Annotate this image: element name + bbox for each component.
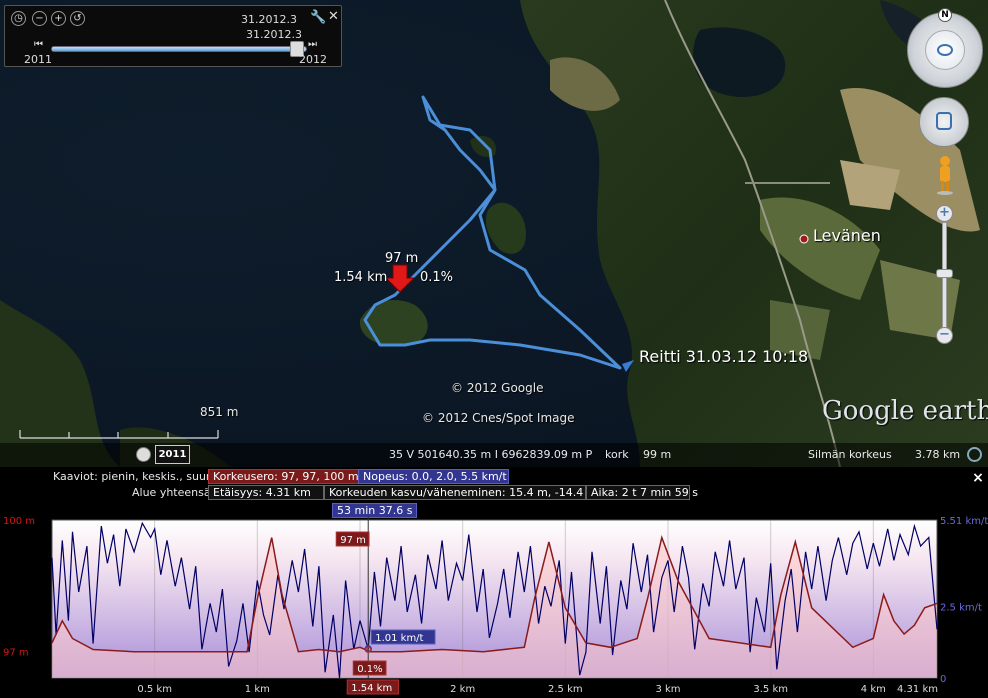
elevation-speed-chart[interactable]: 100 m 97 m 5.51 km/t 2.5 km/t 0 0.5 km 1 km 2 k… (0, 509, 988, 698)
copyright-cnes: © 2012 Cnes/Spot Image (422, 411, 575, 425)
google-earth-logo: Google earth (822, 396, 988, 426)
clock-icon[interactable]: ◷ (11, 11, 26, 26)
x-axis-tick: 2 km (450, 684, 475, 695)
zoom-out-time-icon[interactable]: − (32, 11, 47, 26)
zoom-slider-handle[interactable] (936, 269, 953, 278)
time-slider-fill (52, 47, 291, 51)
distance-box: Etäisyys: 4.31 km (208, 485, 324, 500)
wrench-icon[interactable]: 🔧 (310, 10, 326, 25)
x-axis-tick: 4.31 km (897, 684, 938, 695)
historical-imagery-icon[interactable] (136, 447, 151, 462)
scale-label: 851 m (200, 405, 239, 419)
x-axis-tick: 2.5 km (548, 684, 583, 695)
time-slider-track[interactable] (51, 46, 307, 52)
look-control[interactable]: N (907, 8, 983, 88)
time-end-year: 2012 (299, 53, 327, 66)
map-view[interactable]: 97 m 1.54 km 0.1% Levänen Reitti 31.03.1… (0, 0, 988, 467)
close-time-icon[interactable]: ✕ (328, 9, 339, 24)
look-joystick[interactable] (925, 30, 965, 70)
move-control[interactable] (919, 97, 969, 147)
time-settings-icon[interactable]: ↺ (70, 11, 85, 26)
eye-icon (937, 44, 953, 56)
time-date-top: 31.2012.3 (241, 13, 297, 26)
time-date-handle: 31.2012.3 (246, 28, 302, 41)
marker-elevation-label: 97 m (385, 251, 419, 266)
place-marker-icon[interactable] (799, 234, 809, 244)
marker-distance-label: 1.54 km (334, 270, 388, 285)
left-axis-tick: 100 m (3, 516, 35, 527)
skip-start-icon[interactable]: ⏮ (34, 39, 43, 50)
elevation-range-box[interactable]: Korkeusero: 97, 97, 100 m (208, 469, 364, 484)
zoom-in-button[interactable]: + (936, 205, 953, 222)
zoom-in-time-icon[interactable]: + (51, 11, 66, 26)
route-label[interactable]: Reitti 31.03.12 10:18 (639, 347, 808, 366)
speed-range-box[interactable]: Nopeus: 0.0, 2.0, 5.5 km/t (358, 469, 509, 484)
right-axis-tick: 2.5 km/t (940, 602, 982, 613)
cursor-distance-label: 1.54 km (351, 683, 392, 694)
compass-north-icon[interactable]: N (938, 8, 952, 22)
close-panel-icon[interactable]: × (972, 471, 984, 485)
marker-grade-label: 0.1% (420, 270, 454, 285)
graphs-label: Kaaviot: pienin, keskis., suurin (53, 470, 221, 483)
coordinates: 35 V 501640.35 m I 6962839.09 m P (389, 448, 593, 461)
place-label[interactable]: Levänen (813, 226, 881, 245)
gain-loss-box: Korkeuden kasvu/väheneminen: 15.4 m, -14… (324, 485, 597, 500)
position-marker (384, 264, 416, 293)
right-axis-tick: 0 (940, 674, 946, 685)
x-axis-tick: 1 km (245, 684, 270, 695)
zoom-out-button[interactable]: − (936, 327, 953, 344)
right-axis-tick: 5.51 km/t (940, 516, 988, 527)
x-axis-tick: 0.5 km (137, 684, 172, 695)
hand-icon (936, 112, 952, 130)
streaming-icon (967, 447, 982, 462)
street-view-pegman-icon[interactable] (935, 155, 955, 195)
status-bar: 2011 35 V 501640.35 m I 6962839.09 m P k… (0, 443, 988, 467)
kork-label: kork (605, 448, 629, 461)
imagery-year[interactable]: 2011 (155, 445, 190, 464)
cursor-speed-label: 1.01 km/t (375, 633, 423, 644)
x-axis-tick: 3.5 km (753, 684, 788, 695)
totals-label: Alue yhteensä: (132, 486, 215, 499)
elevation-profile-panel: Kaaviot: pienin, keskis., suurin Korkeus… (0, 467, 988, 698)
left-axis-tick: 97 m (3, 648, 29, 659)
copyright-google: © 2012 Google (451, 381, 544, 395)
time-box: Aika: 2 t 7 min 59 s (586, 485, 698, 500)
cursor-elevation-label: 97 m (340, 535, 366, 546)
kork-value: 99 m (643, 448, 672, 461)
eye-altitude-value: 3.78 km (915, 448, 961, 461)
x-axis-tick: 3 km (655, 684, 680, 695)
cursor-grade-label: 0.1% (357, 664, 382, 675)
time-start-year: 2011 (24, 53, 52, 66)
eye-altitude-label: Silmän korkeus (808, 448, 892, 461)
time-slider-panel: ◷ − + ↺ 31.2012.3 🔧 ✕ 31.2012.3 ⏮ ⏭ 2011… (4, 5, 342, 67)
x-axis-tick: 4 km (861, 684, 886, 695)
skip-end-icon[interactable]: ⏭ (308, 39, 317, 50)
